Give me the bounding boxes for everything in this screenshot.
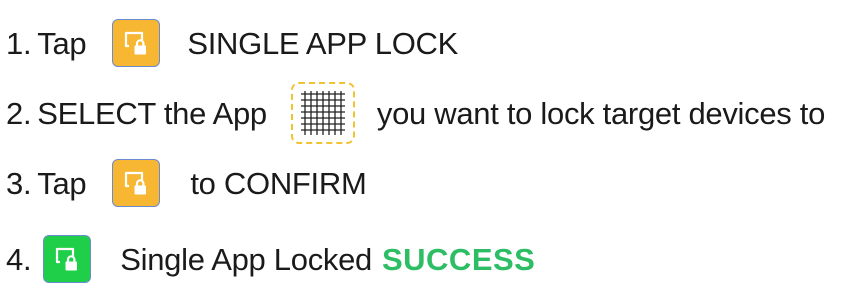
step-4-number: 4. — [6, 241, 32, 277]
app-grid-button[interactable] — [290, 82, 355, 144]
app-grid-icon — [300, 91, 345, 135]
step-4: 4. Single App Locked SUCCESS — [0, 234, 535, 284]
step-1-text: SINGLE APP LOCK — [187, 25, 458, 61]
single-app-lock-icon — [125, 171, 147, 195]
single-app-lock-icon — [125, 31, 147, 55]
step-2-number: 2. — [6, 95, 32, 131]
step-1-number: 1. — [6, 25, 32, 61]
step-4-text: Single App Locked — [120, 241, 372, 277]
step-3-text: to CONFIRM — [190, 165, 367, 201]
step-1-verb: Tap — [37, 25, 87, 61]
single-app-locked-indicator — [43, 235, 92, 283]
step-2-text: you want to lock target devices to — [376, 95, 826, 131]
single-app-locked-icon — [56, 247, 78, 271]
step-3-verb: Tap — [37, 165, 87, 201]
step-3: 3. Tap to CONFIRM — [0, 158, 367, 208]
step-2-verb: SELECT the App — [37, 95, 267, 131]
step-1: 1. Tap SINGLE APP LOCK — [0, 18, 458, 68]
success-status: SUCCESS — [381, 241, 536, 277]
confirm-lock-button[interactable] — [112, 159, 161, 207]
step-2: 2. SELECT the App you want to lock targe — [0, 78, 825, 148]
single-app-lock-button[interactable] — [112, 19, 161, 67]
step-3-number: 3. — [6, 165, 32, 201]
